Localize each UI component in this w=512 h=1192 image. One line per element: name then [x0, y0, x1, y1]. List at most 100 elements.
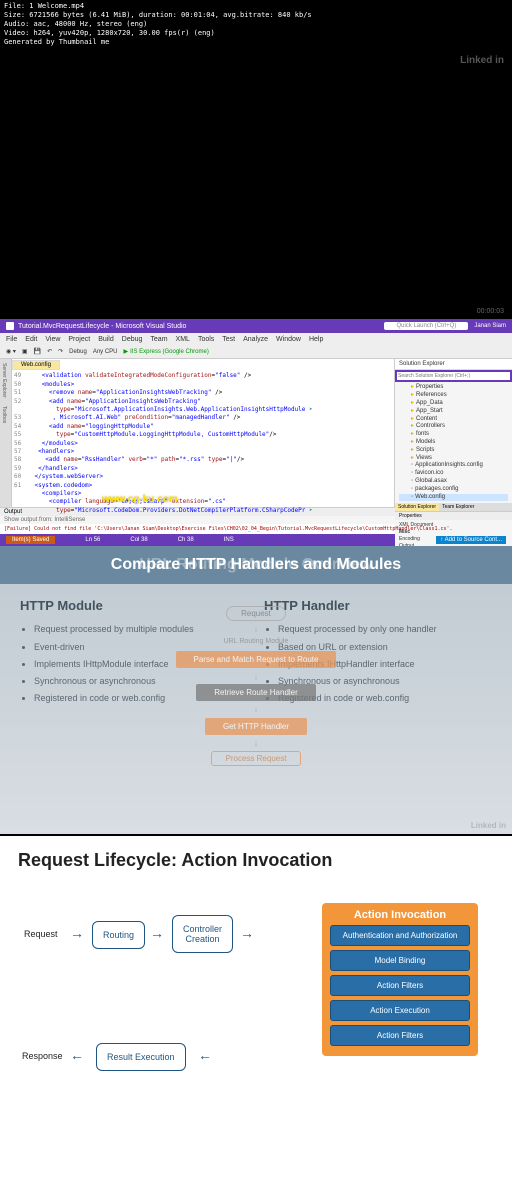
- action-step: Authentication and Authorization: [330, 925, 470, 946]
- toolbar-config[interactable]: Debug: [69, 349, 87, 355]
- box-routing: Routing: [92, 921, 145, 949]
- action-step: Model Binding: [330, 950, 470, 971]
- tree-item[interactable]: ▸Models: [399, 439, 508, 447]
- tree-item[interactable]: ▸Properties: [399, 384, 508, 392]
- video-frame-black: Linked in 00:00:03: [0, 49, 512, 319]
- toolbar-undo-icon[interactable]: ↶: [47, 348, 52, 355]
- menu-edit[interactable]: Edit: [25, 336, 37, 343]
- side-tab-toolbox[interactable]: Toolbox: [0, 402, 8, 427]
- list-item: Implements IHttpModule interface: [34, 656, 248, 673]
- toolbar-save-icon[interactable]: 💾: [34, 348, 41, 355]
- menu-window[interactable]: Window: [276, 336, 301, 343]
- watermark: www.cg-ku.com: [102, 494, 178, 505]
- folder-icon: ▸: [411, 455, 414, 463]
- tree-item[interactable]: ▸Views: [399, 455, 508, 463]
- overlay-process: Process Request: [211, 751, 302, 766]
- folder-icon: ▸: [411, 392, 414, 400]
- menu-test[interactable]: Test: [222, 336, 235, 343]
- file-icon: ▫: [411, 486, 413, 494]
- arrow-icon: ↓: [254, 741, 259, 746]
- col2-title: HTTP Handler: [264, 598, 492, 613]
- tab-solution-explorer[interactable]: Solution Explorer: [395, 503, 439, 511]
- list-item: Synchronous or asynchronous: [278, 673, 492, 690]
- tree-item[interactable]: ▸Controllers: [399, 423, 508, 431]
- arrow-icon: →: [150, 925, 164, 941]
- status-ch: Ch 38: [178, 537, 194, 543]
- code-area[interactable]: 49 50 51 52 53 54 55 56 57 58 59 60 61 <…: [12, 370, 394, 517]
- code-lines[interactable]: <validation validateIntegratedModeConfig…: [27, 372, 392, 515]
- col1-list: Request processed by multiple modulesEve…: [20, 621, 248, 706]
- toolbar-run-button[interactable]: ▶ IIS Express (Google Chrome): [124, 348, 209, 355]
- vs-side-tabs: Server Explorer Toolbox: [0, 359, 12, 507]
- toolbar-redo-icon[interactable]: ↷: [58, 348, 63, 355]
- tree-item[interactable]: ▸fonts: [399, 431, 508, 439]
- slide-action-invocation: Request Lifecycle: Action Invocation Req…: [0, 834, 512, 1122]
- tree-item[interactable]: ▸Scripts: [399, 447, 508, 455]
- menu-view[interactable]: View: [45, 336, 60, 343]
- solution-explorer: Solution Explorer ▸Properties▸References…: [394, 359, 512, 507]
- quick-launch-input[interactable]: Quick Launch (Ctrl+Q): [384, 322, 468, 330]
- col-http-module: HTTP Module Request processed by multipl…: [20, 598, 248, 706]
- meta-file: File: 1 Welcome.mp4: [4, 2, 508, 11]
- status-ins: INS: [224, 537, 234, 543]
- vs-titlebar: Tutorial.MvcRequestLifecycle - Microsoft…: [0, 319, 512, 333]
- tree-item[interactable]: ▫Global.asax: [399, 478, 508, 486]
- action-step: Action Filters: [330, 1025, 470, 1046]
- menu-file[interactable]: File: [6, 336, 17, 343]
- file-icon: ▫: [411, 478, 413, 486]
- vs-user[interactable]: Janan Siam: [474, 323, 506, 329]
- file-icon: ▫: [411, 462, 413, 470]
- tree-item[interactable]: ▫ApplicationInsights.config: [399, 462, 508, 470]
- file-icon: ▫: [411, 470, 413, 478]
- timestamp: 00:00:03: [477, 308, 504, 315]
- menu-project[interactable]: Project: [68, 336, 90, 343]
- solution-tree[interactable]: ▸Properties▸References▸App_Data▸App_Star…: [395, 382, 512, 503]
- arrow-icon: ←: [70, 1047, 84, 1063]
- list-item: Registered in code or web.config: [34, 690, 248, 707]
- action-step: Action Execution: [330, 1000, 470, 1021]
- vs-body: Server Explorer Toolbox Web.config 49 50…: [0, 359, 512, 507]
- props-header: Properties: [395, 512, 512, 520]
- toolbar-platform[interactable]: Any CPU: [93, 349, 118, 355]
- arrow-icon: →: [70, 925, 84, 941]
- explorer-bottom-tabs: Solution Explorer Team Explorer: [395, 503, 512, 511]
- toolbar-open-icon[interactable]: ▣: [22, 348, 28, 355]
- menu-help[interactable]: Help: [309, 336, 323, 343]
- file-icon: ▫: [411, 494, 413, 502]
- vs-icon: [6, 322, 14, 330]
- menu-debug[interactable]: Debug: [122, 336, 143, 343]
- action-panel-title: Action Invocation: [328, 909, 472, 921]
- list-item: Implements IHttpHandler interface: [278, 656, 492, 673]
- menu-team[interactable]: Team: [150, 336, 167, 343]
- tree-item[interactable]: ▫Web.config: [399, 494, 508, 502]
- label-request: Request: [24, 929, 58, 939]
- list-item: Request processed by only one handler: [278, 621, 492, 638]
- editor-tab-webconfig[interactable]: Web.config: [12, 360, 60, 370]
- folder-icon: ▸: [411, 439, 414, 447]
- tree-item[interactable]: ▫favicon.ico: [399, 470, 508, 478]
- menu-analyze[interactable]: Analyze: [243, 336, 268, 343]
- col2-list: Request processed by only one handlerBas…: [264, 621, 492, 706]
- menu-xml[interactable]: XML: [176, 336, 190, 343]
- label-response: Response: [22, 1051, 63, 1061]
- vs-editor[interactable]: Web.config 49 50 51 52 53 54 55 56 57 58…: [12, 359, 394, 507]
- meta-audio: Audio: aac, 48000 Hz, stereo (eng): [4, 20, 508, 29]
- vs-title: Tutorial.MvcRequestLifecycle - Microsoft…: [18, 323, 186, 330]
- tree-item[interactable]: ▸App_Data: [399, 400, 508, 408]
- menu-build[interactable]: Build: [98, 336, 114, 343]
- side-tab-server[interactable]: Server Explorer: [0, 359, 8, 402]
- slide2-title: URL Routing Module Overview Compare HTTP…: [10, 556, 502, 574]
- toolbar-new-icon[interactable]: ◉ ▾: [6, 348, 16, 355]
- tree-item[interactable]: ▸Content: [399, 416, 508, 424]
- vs-menubar: File Edit View Project Build Debug Team …: [0, 333, 512, 345]
- menu-tools[interactable]: Tools: [198, 336, 214, 343]
- meta-generated: Generated by Thumbnail me: [4, 38, 508, 47]
- folder-icon: ▸: [411, 384, 414, 392]
- tree-item[interactable]: ▸App_Start: [399, 408, 508, 416]
- explorer-search-input[interactable]: [397, 372, 510, 380]
- tab-team-explorer[interactable]: Team Explorer: [439, 503, 477, 511]
- status-add-source[interactable]: ↑ Add to Source Cont...: [436, 536, 506, 544]
- tree-item[interactable]: ▸References: [399, 392, 508, 400]
- folder-icon: ▸: [411, 431, 414, 439]
- tree-item[interactable]: ▫packages.config: [399, 486, 508, 494]
